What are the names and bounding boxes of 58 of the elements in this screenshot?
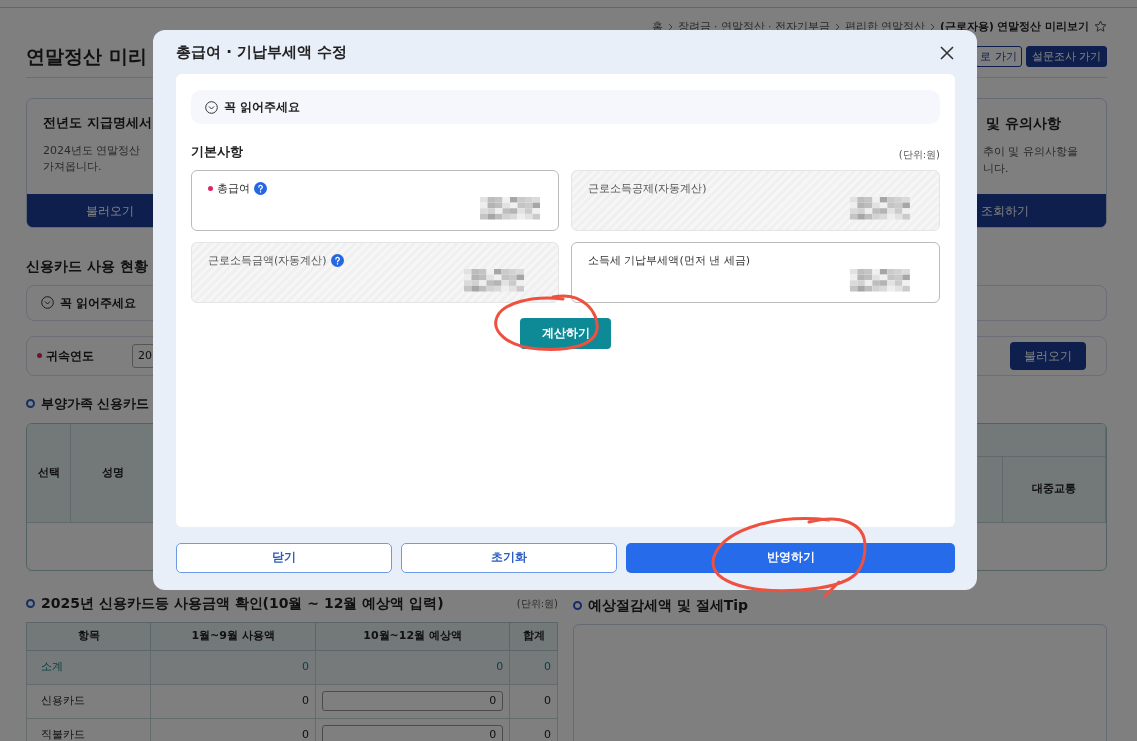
card-text: 가져옵니다. xyxy=(43,159,102,175)
dialog-button[interactable]: 닫기 xyxy=(176,543,392,573)
field-label: 근로소득금액(자동계산) xyxy=(208,252,327,269)
field-label: 소득세 기납부세액(먼저 낸 세금) xyxy=(588,252,751,269)
notice-panel[interactable]: 꼭 읽어주세요 xyxy=(191,90,940,124)
card-text: 추이 및 유의사항을 xyxy=(983,144,1078,160)
chevron-icon xyxy=(205,100,218,114)
bullet-icon xyxy=(26,598,35,608)
input-field[interactable]: 총급여 xyxy=(191,169,559,231)
amount-input[interactable]: 0 xyxy=(322,724,504,741)
modal-title: 총급여 · 기납부세액 수정 xyxy=(176,41,348,63)
chevron-right-icon xyxy=(834,22,840,31)
card-title: 및 유의사항 xyxy=(985,114,1062,133)
column-header: 선택 xyxy=(27,423,71,523)
unit-label: (단위:원) xyxy=(898,147,940,162)
section-title: 2025년 신용카드등 사용금액 확인(10월 ~ 12월 예상액 입력) xyxy=(41,594,444,612)
table-cell: 0 xyxy=(509,650,558,685)
table-cell: 소계 xyxy=(26,650,151,685)
section-title: 신용카드 사용 현황 xyxy=(26,258,149,275)
field-label: 총급여 xyxy=(217,180,250,197)
table-cell: 0 xyxy=(315,650,510,685)
column-header: 대중교통 xyxy=(1003,456,1106,523)
table-cell: 0 xyxy=(509,684,558,719)
bullet-icon xyxy=(573,600,582,610)
table-cell: 직불카드 xyxy=(26,718,151,741)
nav-button[interactable]: 설문조사 가기 xyxy=(1025,45,1107,68)
bullet-icon xyxy=(26,398,35,408)
card-text: 2024년도 연말정산 xyxy=(43,142,141,159)
dialog-button[interactable]: 초기화 xyxy=(401,543,617,573)
column-header: 성명 xyxy=(71,423,156,523)
chevron-icon xyxy=(41,296,54,310)
load-button[interactable]: 불러오기 xyxy=(1010,341,1086,370)
section-title: 부양가족 신용카드 xyxy=(41,395,150,411)
section-title: 예상절감세액 및 절세Tip xyxy=(588,596,749,614)
amount-input[interactable]: 0 xyxy=(322,690,504,712)
notice-label: 꼭 읽어주세요 xyxy=(224,99,301,116)
chevron-right-icon xyxy=(930,22,936,31)
input-field[interactable]: 소득세 기납부세액(먼저 낸 세금) xyxy=(571,241,940,303)
card-text: 니다. xyxy=(983,160,1009,177)
column-header: 합계 xyxy=(509,622,558,651)
table-cell: 0 xyxy=(150,684,316,719)
column-header: 10월~12월 예상액 xyxy=(315,622,510,651)
dialog-button[interactable]: 반영하기 xyxy=(626,543,955,573)
notice-label: 꼭 읽어주세요 xyxy=(60,294,137,312)
column-header: 1월~9월 사용액 xyxy=(150,622,316,651)
filter-label: 귀속연도 xyxy=(46,347,94,365)
nav-button[interactable]: 로 가기 xyxy=(975,45,1022,68)
table-cell: 0 xyxy=(150,650,316,685)
section-title: 기본사항 xyxy=(191,143,243,161)
page-title: 연말정산 미리 xyxy=(26,45,147,68)
unit-label: (단위:원) xyxy=(516,596,558,611)
star-icon xyxy=(1094,20,1107,33)
table-cell: 신용카드 xyxy=(26,684,151,719)
field-label: 근로소득공제(자동계산) xyxy=(588,180,707,197)
card-title: 전년도 지급명세서 xyxy=(42,114,151,132)
calculate-button[interactable]: 계산하기 xyxy=(520,317,611,349)
chevron-right-icon xyxy=(667,22,673,31)
column-header: 항목 xyxy=(26,622,151,651)
